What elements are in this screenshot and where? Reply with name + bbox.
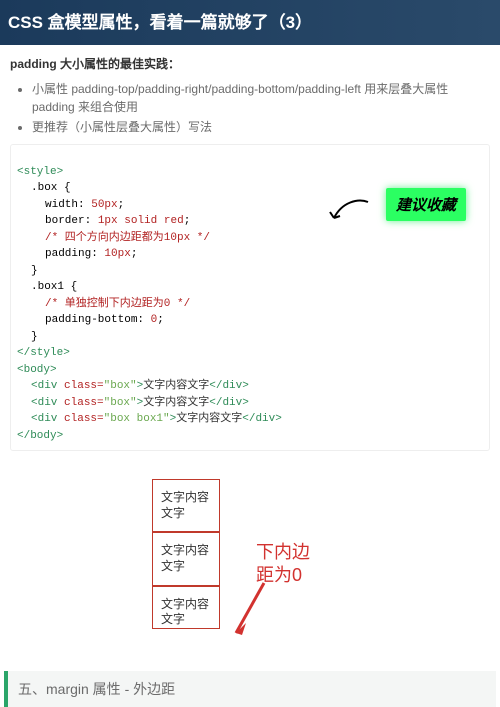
bullet-list: 小属性 padding-top/padding-right/padding-bo…: [10, 80, 490, 136]
recommend-badge: 建议收藏: [386, 188, 466, 221]
curved-arrow-icon: [328, 196, 372, 226]
demo-annotation: 下内边 距为0: [238, 469, 348, 639]
page-title: CSS 盒模型属性，看着一篇就够了（3）: [0, 0, 500, 45]
code-block-wrap: 建议收藏 <style> .box { width: 50px; border:…: [10, 144, 490, 451]
demo-box: 文字内容文字: [152, 532, 220, 585]
section-heading-text: 五、margin 属性 - 外边距: [18, 681, 175, 697]
badge-text: 建议收藏: [396, 197, 456, 214]
demo-figure: 文字内容文字 文字内容文字 文字内容文字 下内边 距为0: [10, 469, 490, 639]
demo-boxes: 文字内容文字 文字内容文字 文字内容文字: [152, 479, 220, 629]
page-title-text: CSS 盒模型属性，看着一篇就够了（3）: [8, 13, 312, 32]
list-item: 小属性 padding-top/padding-right/padding-bo…: [32, 80, 490, 116]
list-item: 更推荐（小属性层叠大属性）写法: [32, 118, 490, 136]
article-body: padding 大小属性的最佳实践： 小属性 padding-top/paddi…: [0, 45, 500, 655]
arrow-icon: [232, 579, 272, 639]
demo-box: 文字内容文字: [152, 479, 220, 532]
demo-box-last: 文字内容文字: [152, 586, 220, 629]
section-heading: 五、margin 属性 - 外边距: [4, 671, 496, 707]
section-lead: padding 大小属性的最佳实践：: [10, 55, 490, 72]
